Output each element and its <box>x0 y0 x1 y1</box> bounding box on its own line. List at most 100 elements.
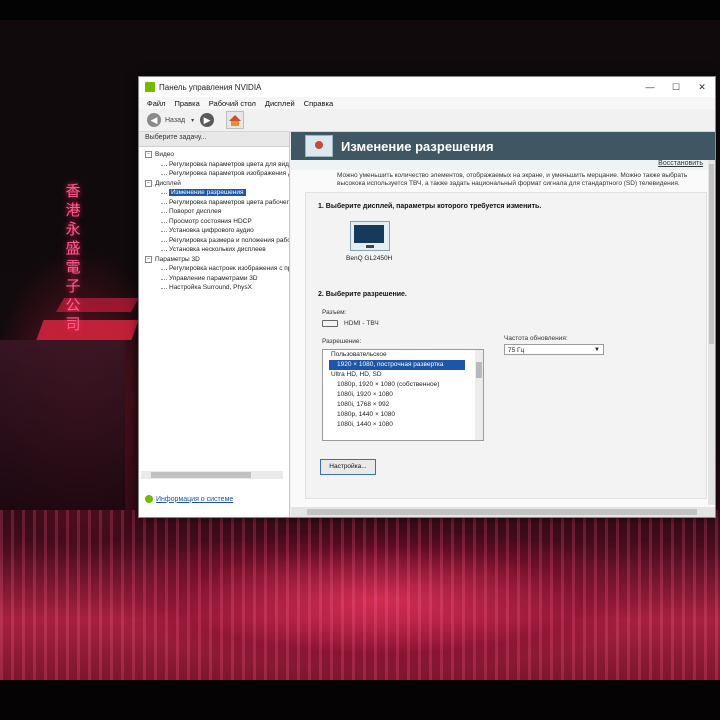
tree-item-label: Регулировка параметров цвета для вид <box>169 160 289 168</box>
chevron-down-icon: ▼ <box>594 347 600 353</box>
task-pane-horizontal-scrollbar[interactable] <box>141 471 283 479</box>
tree-item[interactable]: Регулировка параметров цвета для вид <box>139 160 289 170</box>
resolution-group: Пользовательское <box>331 351 387 358</box>
menu-file[interactable]: Файл <box>147 99 165 108</box>
maximize-button[interactable]: ☐ <box>663 82 689 93</box>
content-horizontal-scrollbar[interactable] <box>291 507 715 517</box>
window-title: Панель управления NVIDIA <box>159 82 262 92</box>
close-button[interactable]: ✕ <box>689 82 715 93</box>
resolution-list-scrollbar[interactable] <box>475 350 483 440</box>
resolution-group: Ultra HD, HD, SD <box>331 371 382 378</box>
system-info-icon <box>145 495 153 503</box>
tree-item[interactable]: Управление параметрами 3D <box>139 274 289 284</box>
minimize-button[interactable]: — <box>637 82 663 92</box>
scrollbar-thumb[interactable] <box>307 509 697 515</box>
tree-item-label: Регулировка размера и положения рабо <box>169 236 289 244</box>
wallpaper-awning <box>36 320 139 340</box>
tree-item-label: Параметры 3D <box>155 255 200 263</box>
tree-item-label: Установка цифрового аудио <box>169 227 254 235</box>
wallpaper-wet-street <box>0 510 720 685</box>
tree-item-label: Регулировка параметров изображения д <box>169 170 289 178</box>
resolution-listbox[interactable]: Пользовательское 1920 × 1080, построчная … <box>322 349 484 441</box>
collapse-icon[interactable]: − <box>145 179 152 187</box>
toolbar: ◀ Назад ▾ ▶ <box>139 109 715 132</box>
home-button[interactable] <box>226 111 245 129</box>
tree-item-selected[interactable]: Изменение разрешения <box>139 188 289 198</box>
page-header: Изменение разрешения <box>291 132 715 160</box>
tree-item[interactable]: Просмотр состояния HDCP <box>139 217 289 227</box>
scrollbar-thumb[interactable] <box>151 472 251 478</box>
resolution-option[interactable]: 1080p, 1920 × 1080 (собственное) <box>323 380 483 390</box>
tree-item-label: Просмотр состояния HDCP <box>169 217 252 225</box>
menu-desktop[interactable]: Рабочий стол <box>209 99 256 108</box>
back-label[interactable]: Назад <box>165 117 185 124</box>
tree-category[interactable]: − Видео <box>139 150 289 160</box>
resolution-option[interactable]: 1080i, 1920 × 1080 <box>323 390 483 400</box>
refresh-rate-label: Частота обновления: <box>504 335 568 342</box>
tree-item[interactable]: Установка нескольких дисплеев <box>139 245 289 255</box>
task-pane: Выберите задачу... − Видео Регулировка пар… <box>139 132 290 517</box>
tree-item-label: Регулировка параметров цвета рабочег <box>169 198 289 206</box>
monitor-name[interactable]: BenQ GL2450H <box>346 255 392 262</box>
connector-value: HDMI - ТВЧ <box>344 320 379 327</box>
scrollbar-thumb[interactable] <box>476 362 482 378</box>
content-vertical-scrollbar[interactable] <box>708 160 715 505</box>
step-1-heading: 1. Выберите дисплей, параметры которого … <box>318 203 542 210</box>
hdmi-connector-icon <box>322 320 338 327</box>
resolution-option[interactable]: 1080i, 1768 × 992 <box>323 400 483 410</box>
tree-item[interactable]: Поворот дисплея <box>139 207 289 217</box>
wallpaper-building <box>0 340 125 510</box>
display-resolution-icon <box>305 135 333 157</box>
history-dropdown-icon[interactable]: ▾ <box>191 117 194 124</box>
tree-item[interactable]: Регулировка размера и положения рабо <box>139 236 289 246</box>
collapse-icon[interactable]: − <box>145 151 152 159</box>
page-title: Изменение разрешения <box>341 138 494 154</box>
resolution-label: Разрешение: <box>322 338 362 345</box>
menu-bar: Файл Правка Рабочий стол Дисплей Справка <box>139 97 715 109</box>
tree-item-label: Поворот дисплея <box>169 208 222 216</box>
tree-item-label: Управление параметрами 3D <box>169 274 258 282</box>
nvidia-control-panel-window: Панель управления NVIDIA — ☐ ✕ Файл Прав… <box>138 76 716 518</box>
tree-item-label: Настройка Surround, PhysX <box>169 284 252 292</box>
refresh-rate-select[interactable]: 75 Гц ▼ <box>504 344 604 355</box>
resolution-option-selected[interactable]: 1920 × 1080, построчная развертка <box>329 360 465 370</box>
menu-edit[interactable]: Правка <box>174 99 199 108</box>
wallpaper-top-edge <box>0 0 720 20</box>
connector-row: HDMI - ТВЧ <box>322 320 379 327</box>
forward-arrow-icon[interactable]: ▶ <box>200 113 215 127</box>
system-info-link[interactable]: Информация о системе <box>145 495 233 503</box>
wallpaper-neon-sign: 香港永盛電子公司 <box>65 182 81 333</box>
resolution-option[interactable]: 1080i, 1440 × 1080 <box>323 420 483 430</box>
title-bar: Панель управления NVIDIA — ☐ ✕ <box>139 77 715 97</box>
content-pane: Изменение разрешения Восстановить Можно … <box>291 132 715 517</box>
connector-label: Разъем: <box>322 309 347 316</box>
menu-display[interactable]: Дисплей <box>265 99 295 108</box>
task-tree: − Видео Регулировка параметров цвета для в… <box>139 147 289 293</box>
wallpaper-bottom-edge <box>0 680 720 720</box>
settings-panel: 1. Выберите дисплей, параметры которого … <box>305 192 707 499</box>
refresh-rate-value: 75 Гц <box>508 347 525 354</box>
customize-button[interactable]: Настройка... <box>320 459 376 475</box>
tree-item[interactable]: Регулировка настроек изображения с пр <box>139 264 289 274</box>
monitor-icon[interactable] <box>350 221 390 251</box>
tree-category[interactable]: − Дисплей <box>139 179 289 189</box>
tree-item[interactable]: Установка цифрового аудио <box>139 226 289 236</box>
tree-item[interactable]: Регулировка параметров изображения д <box>139 169 289 179</box>
menu-help[interactable]: Справка <box>304 99 333 108</box>
page-description: Можно уменьшить количество элементов, от… <box>337 172 688 187</box>
tree-item-label: Изменение разрешения <box>169 189 246 197</box>
scrollbar-thumb[interactable] <box>709 164 714 344</box>
tree-item-label: Видео <box>155 151 174 159</box>
resolution-option[interactable]: 1080p, 1440 × 1080 <box>323 410 483 420</box>
tree-item-label: Дисплей <box>155 179 181 187</box>
restore-defaults-link[interactable]: Восстановить <box>658 160 703 167</box>
collapse-icon[interactable]: − <box>145 255 152 263</box>
back-arrow-icon[interactable]: ◀ <box>147 113 161 127</box>
tree-category[interactable]: − Параметры 3D <box>139 255 289 265</box>
tree-item[interactable]: Настройка Surround, PhysX <box>139 283 289 293</box>
tree-item-label: Установка нескольких дисплеев <box>169 246 266 254</box>
task-header: Выберите задачу... <box>139 132 289 147</box>
system-info-label[interactable]: Информация о системе <box>156 496 233 503</box>
home-icon <box>229 115 242 126</box>
tree-item[interactable]: Регулировка параметров цвета рабочег <box>139 198 289 208</box>
